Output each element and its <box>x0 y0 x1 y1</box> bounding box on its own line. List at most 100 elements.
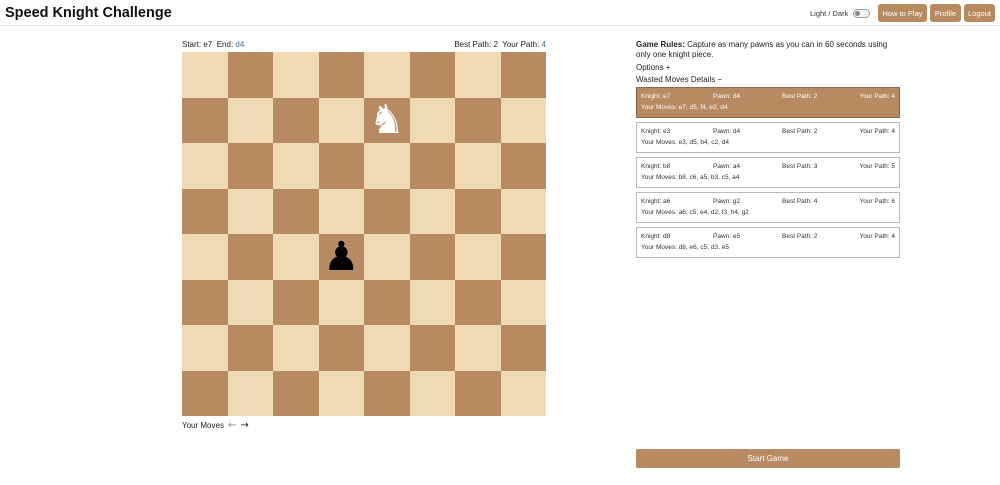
card-pawn: Pawn: g2 <box>713 198 741 205</box>
square-h6[interactable] <box>500 143 546 189</box>
square-g3[interactable] <box>455 279 501 325</box>
square-b6[interactable] <box>227 143 273 189</box>
square-f1[interactable] <box>409 370 455 416</box>
square-e6[interactable] <box>364 143 410 189</box>
card-best-path: Best Path: 2 <box>782 93 818 100</box>
wasted-moves-list: Knight: e7 Pawn: d4 Best Path: 2 Your Pa… <box>636 87 900 262</box>
wasted-move-card[interactable]: Knight: e3 Pawn: d4 Best Path: 2 Your Pa… <box>636 122 900 153</box>
square-g2[interactable] <box>455 325 501 371</box>
square-a5[interactable] <box>182 188 228 234</box>
arrow-right-icon[interactable]: → <box>240 420 248 431</box>
square-f4[interactable] <box>409 234 455 280</box>
theme-toggle[interactable] <box>853 9 870 18</box>
card-pawn: Pawn: e5 <box>713 233 741 240</box>
card-best-path: Best Path: 3 <box>782 163 818 170</box>
your-path-value: 4 <box>541 40 546 49</box>
square-g4[interactable] <box>455 234 501 280</box>
options-toggle[interactable]: Options + <box>636 63 670 72</box>
top-bar: Speed Knight Challenge Light / Dark How … <box>0 0 1000 26</box>
square-b8[interactable] <box>227 52 273 98</box>
path-info: Best Path: 2 Your Path: 4 <box>454 40 546 49</box>
square-f5[interactable] <box>409 188 455 234</box>
square-d1[interactable] <box>318 370 364 416</box>
square-f2[interactable] <box>409 325 455 371</box>
best-path-value: 2 <box>493 40 498 49</box>
square-e8[interactable] <box>364 52 410 98</box>
square-f3[interactable] <box>409 279 455 325</box>
square-h5[interactable] <box>500 188 546 234</box>
wasted-move-card[interactable]: Knight: e7 Pawn: d4 Best Path: 2 Your Pa… <box>636 87 900 118</box>
card-moves: Your Moves: e7, d5, f4, e2, d4 <box>641 104 728 111</box>
wasted-moves-toggle[interactable]: Wasted Moves Details − <box>636 75 722 84</box>
square-c1[interactable] <box>273 370 319 416</box>
start-label: Start: <box>182 40 202 49</box>
square-d6[interactable] <box>318 143 364 189</box>
how-to-play-button[interactable]: How to Play <box>878 4 927 22</box>
square-h7[interactable] <box>500 97 546 143</box>
square-g1[interactable] <box>455 370 501 416</box>
square-e5[interactable] <box>364 188 410 234</box>
square-e2[interactable] <box>364 325 410 371</box>
square-c7[interactable] <box>273 97 319 143</box>
square-h2[interactable] <box>500 325 546 371</box>
square-a8[interactable] <box>182 52 228 98</box>
card-your-path: Your Path: 4 <box>859 93 895 100</box>
square-e7[interactable]: ♞ <box>364 97 410 143</box>
square-e1[interactable] <box>364 370 410 416</box>
square-d2[interactable] <box>318 325 364 371</box>
white-knight-piece[interactable]: ♞ <box>369 100 405 140</box>
square-a3[interactable] <box>182 279 228 325</box>
black-pawn-piece[interactable]: ♟ <box>323 237 359 277</box>
square-b4[interactable] <box>227 234 273 280</box>
square-b3[interactable] <box>227 279 273 325</box>
card-moves: Your Moves: a6, c5, e4, d2, f3, h4, g2 <box>641 209 749 216</box>
square-a2[interactable] <box>182 325 228 371</box>
wasted-move-card[interactable]: Knight: b8 Pawn: a4 Best Path: 3 Your Pa… <box>636 157 900 188</box>
square-b7[interactable] <box>227 97 273 143</box>
square-d7[interactable] <box>318 97 364 143</box>
profile-button[interactable]: Profile <box>930 4 961 22</box>
square-b5[interactable] <box>227 188 273 234</box>
square-g8[interactable] <box>455 52 501 98</box>
square-c2[interactable] <box>273 325 319 371</box>
card-best-path: Best Path: 2 <box>782 233 818 240</box>
square-f6[interactable] <box>409 143 455 189</box>
logout-button[interactable]: Logout <box>964 4 995 22</box>
square-a4[interactable] <box>182 234 228 280</box>
start-game-button[interactable]: Start Game <box>636 449 900 468</box>
square-a7[interactable] <box>182 97 228 143</box>
square-g6[interactable] <box>455 143 501 189</box>
wasted-move-card[interactable]: Knight: d8 Pawn: e5 Best Path: 2 Your Pa… <box>636 227 900 258</box>
your-moves-label: Your Moves <box>182 421 224 430</box>
square-a1[interactable] <box>182 370 228 416</box>
square-d5[interactable] <box>318 188 364 234</box>
square-c3[interactable] <box>273 279 319 325</box>
square-c6[interactable] <box>273 143 319 189</box>
square-e4[interactable] <box>364 234 410 280</box>
square-b1[interactable] <box>227 370 273 416</box>
square-h8[interactable] <box>500 52 546 98</box>
square-h4[interactable] <box>500 234 546 280</box>
square-g7[interactable] <box>455 97 501 143</box>
chess-board[interactable]: ♞ ♟ <box>182 52 546 416</box>
square-h1[interactable] <box>500 370 546 416</box>
app-title: Speed Knight Challenge <box>5 5 172 21</box>
arrow-left-icon[interactable]: ← <box>228 420 236 431</box>
wasted-move-card[interactable]: Knight: a6 Pawn: g2 Best Path: 4 Your Pa… <box>636 192 900 223</box>
square-d3[interactable] <box>318 279 364 325</box>
square-g5[interactable] <box>455 188 501 234</box>
square-d8[interactable] <box>318 52 364 98</box>
square-h3[interactable] <box>500 279 546 325</box>
square-f8[interactable] <box>409 52 455 98</box>
card-your-path: Your Path: 6 <box>859 198 895 205</box>
square-c8[interactable] <box>273 52 319 98</box>
game-rules: Game Rules: Capture as many pawns as you… <box>636 40 902 60</box>
square-d4[interactable]: ♟ <box>318 234 364 280</box>
square-f7[interactable] <box>409 97 455 143</box>
square-c5[interactable] <box>273 188 319 234</box>
square-e3[interactable] <box>364 279 410 325</box>
square-c4[interactable] <box>273 234 319 280</box>
square-a6[interactable] <box>182 143 228 189</box>
square-b2[interactable] <box>227 325 273 371</box>
card-your-path: Your Path: 4 <box>859 233 895 240</box>
